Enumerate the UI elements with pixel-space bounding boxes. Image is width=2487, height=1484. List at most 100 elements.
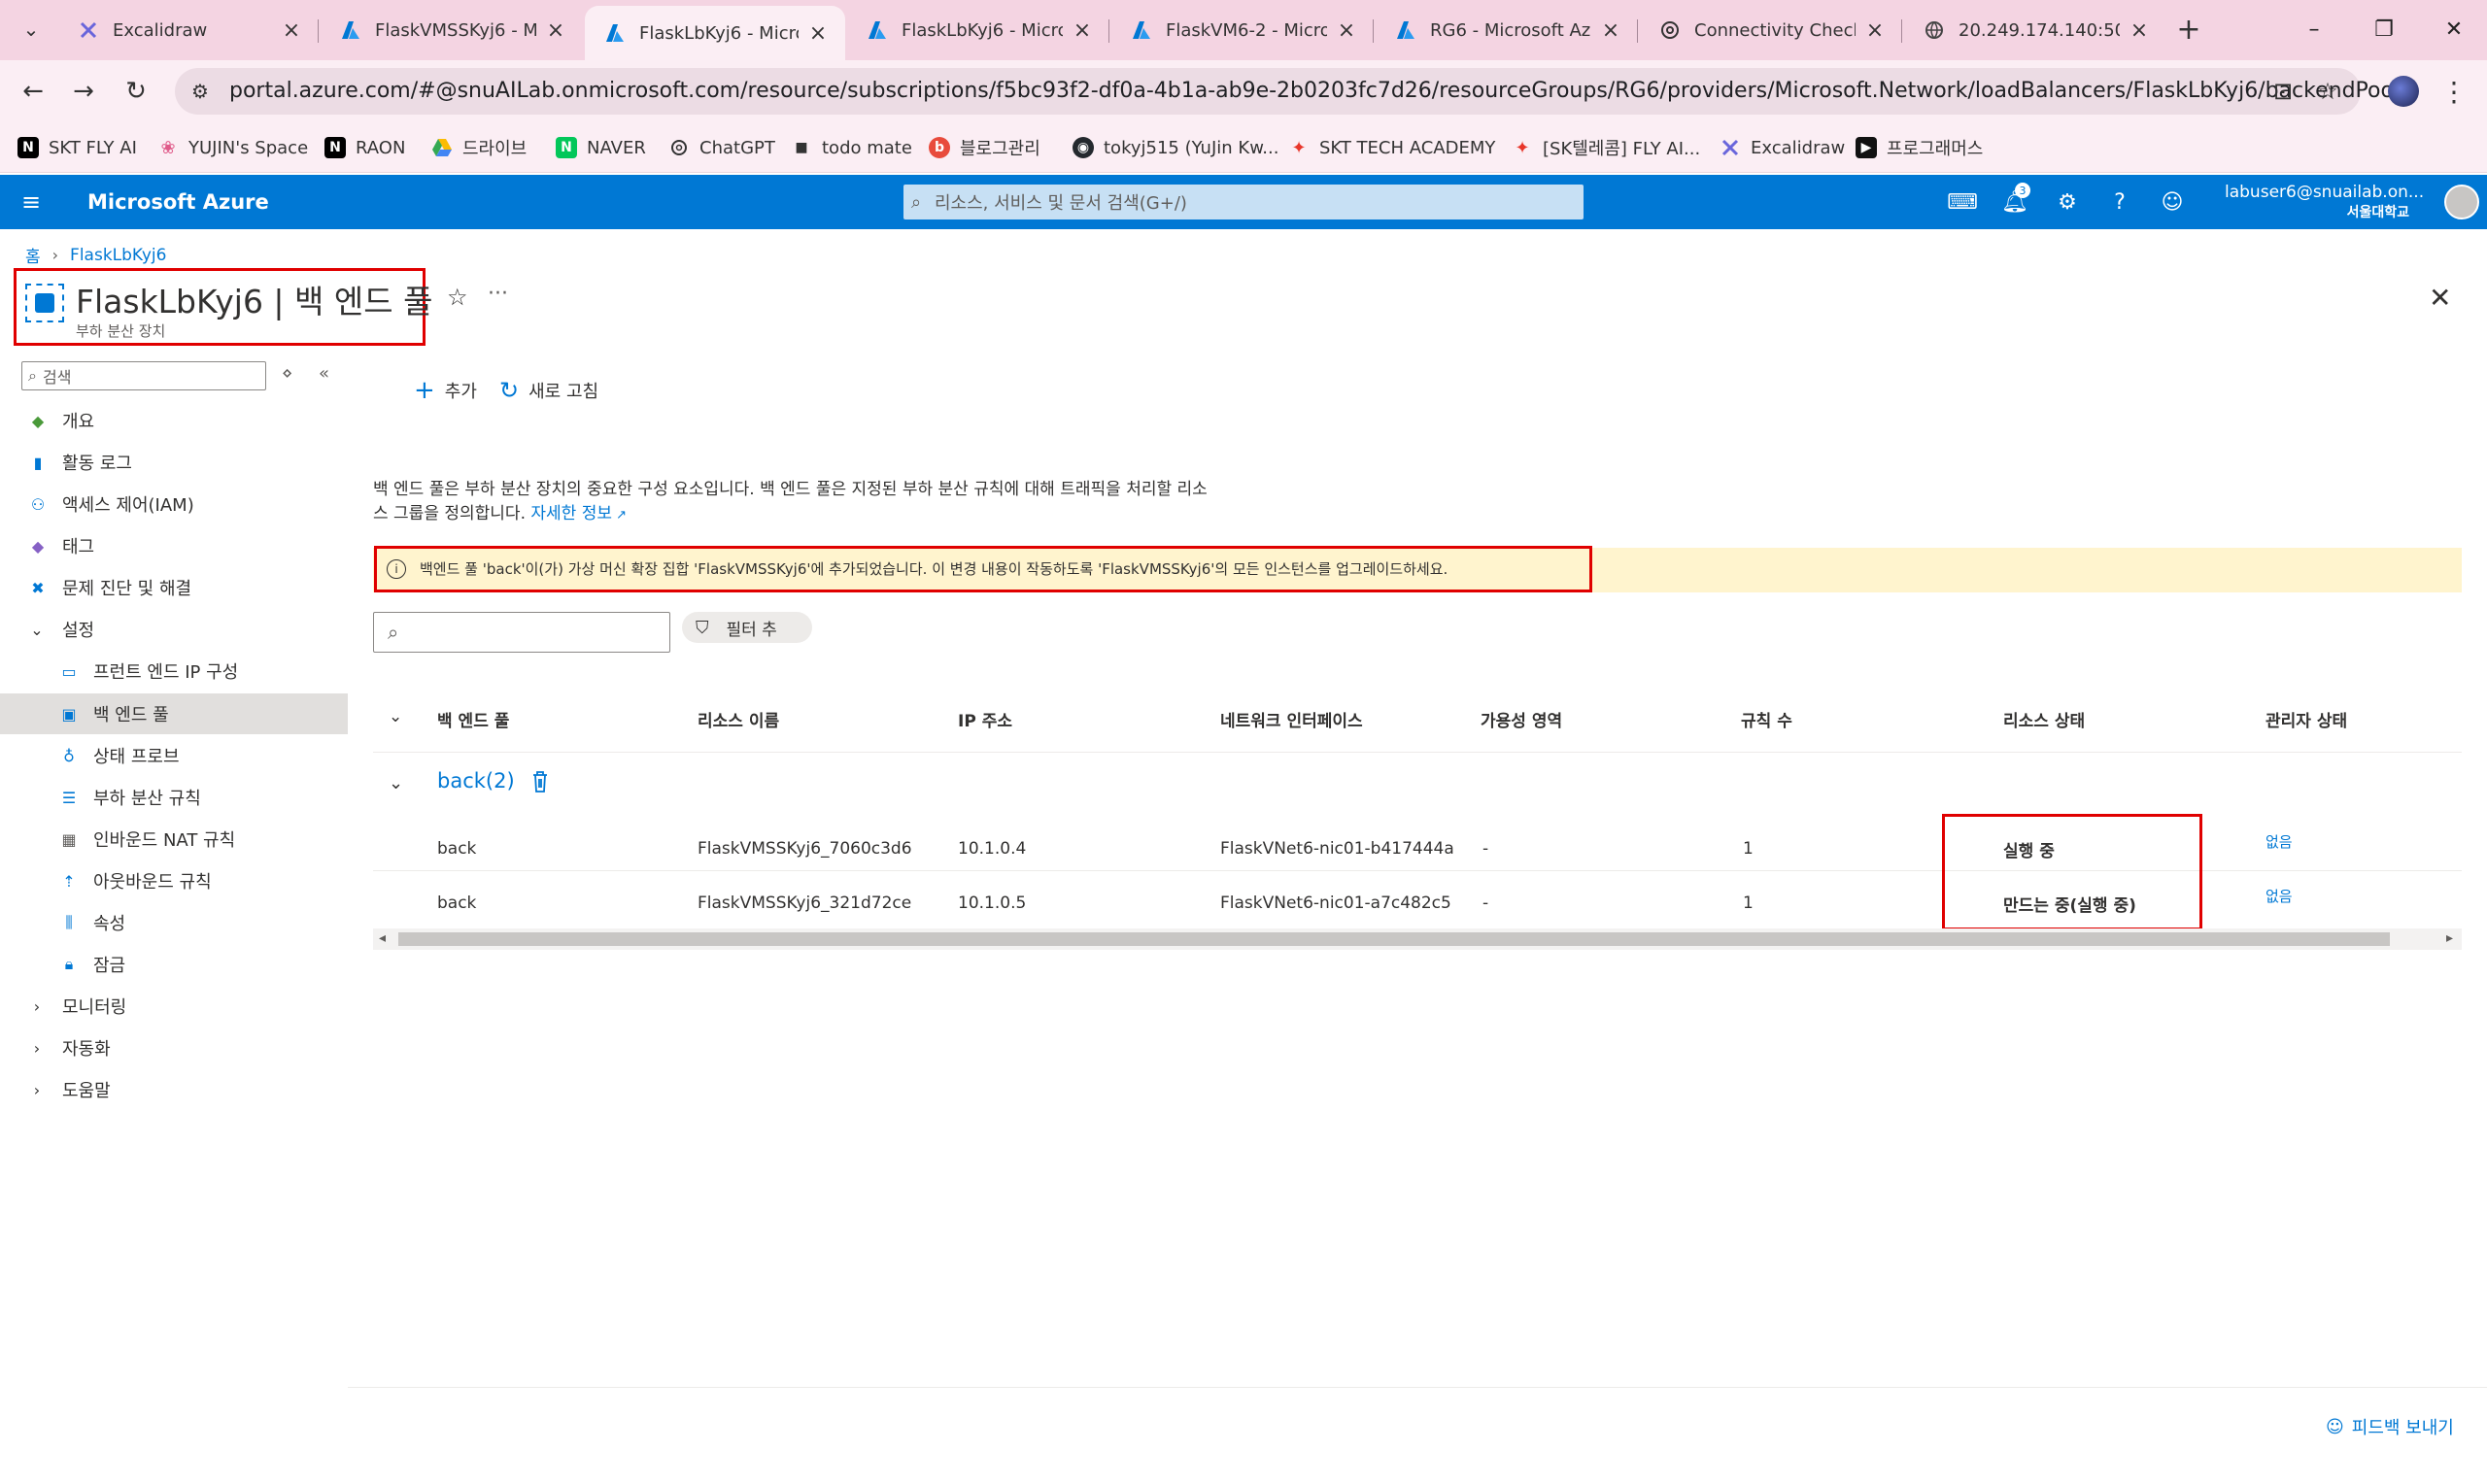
browser-menu-icon[interactable]: ⋮ bbox=[2435, 72, 2473, 111]
chevron-down-icon[interactable]: ⌄ bbox=[389, 773, 403, 793]
admin-state-link[interactable]: 없음 bbox=[2266, 831, 2293, 852]
help-icon[interactable]: ? bbox=[2106, 188, 2133, 216]
sidebar-item-diagnose[interactable]: ✖ 문제 진단 및 해결 bbox=[0, 567, 348, 608]
column-header[interactable]: 네트워크 인터페이스 bbox=[1220, 707, 1363, 731]
feedback-icon[interactable]: ☺ bbox=[2159, 188, 2186, 216]
admin-state-link[interactable]: 없음 bbox=[2266, 886, 2293, 906]
scroll-right-icon[interactable]: ▸ bbox=[2446, 930, 2453, 946]
browser-tab[interactable]: FlaskVMSSKyj6 - Mi × bbox=[321, 8, 583, 52]
new-tab-button[interactable]: + bbox=[2171, 12, 2206, 47]
close-icon[interactable]: × bbox=[1071, 18, 1094, 43]
bookmark-star-icon[interactable]: ☆ bbox=[2312, 76, 2343, 107]
window-close-button[interactable]: ✕ bbox=[2435, 10, 2473, 49]
sidebar-item-tags[interactable]: ◆ 태그 bbox=[0, 525, 348, 566]
bookmark-item[interactable]: N SKT FLY AI bbox=[17, 132, 137, 163]
browser-tab[interactable]: 20.249.174.140:5000 × bbox=[1904, 8, 2166, 52]
breadcrumb-home[interactable]: 홈 bbox=[25, 243, 41, 267]
close-icon[interactable]: ✕ bbox=[2429, 282, 2451, 314]
browser-tab[interactable]: FlaskVM6-2 - Micro × bbox=[1111, 8, 1374, 52]
sidebar-item-activity-log[interactable]: ▮ 활동 로그 bbox=[0, 442, 348, 483]
expand-icon[interactable]: ⋄ bbox=[282, 363, 292, 384]
sidebar-item-lb-rules[interactable]: ☰ 부하 분산 규칙 bbox=[0, 777, 348, 818]
reload-button[interactable]: ↻ bbox=[117, 72, 155, 111]
scroll-left-icon[interactable]: ◂ bbox=[379, 930, 386, 946]
breadcrumb-current[interactable]: FlaskLbKyj6 bbox=[70, 246, 166, 265]
tab-search-button[interactable]: ⌄ bbox=[14, 12, 49, 47]
bookmark-item[interactable]: ✦ SKT TECH ACADEMY bbox=[1288, 132, 1495, 163]
avatar[interactable] bbox=[2444, 185, 2479, 219]
sidebar-item-properties[interactable]: ⫼ 속성 bbox=[0, 902, 348, 943]
profile-avatar[interactable] bbox=[2388, 76, 2419, 107]
horizontal-scrollbar[interactable]: ◂ ▸ bbox=[373, 928, 2462, 950]
add-filter-button[interactable]: ⛉ 필터 추 bbox=[682, 612, 812, 643]
sidebar-item-overview[interactable]: ◆ 개요 bbox=[0, 400, 348, 441]
sidebar-item-iam[interactable]: ⚇ 액세스 제어(IAM) bbox=[0, 484, 348, 524]
bookmark-item[interactable]: ❀ YUJIN's Space bbox=[157, 132, 308, 163]
bookmark-item[interactable]: Excalidraw bbox=[1720, 132, 1845, 163]
learn-more-link[interactable]: 자세한 정보 bbox=[530, 504, 612, 523]
bookmark-item[interactable]: ■ todo mate bbox=[791, 132, 912, 163]
sidebar-group-settings[interactable]: ⌄ 설정 bbox=[0, 609, 348, 650]
back-button[interactable]: ← bbox=[14, 72, 52, 111]
bookmark-item[interactable]: ◉ tokyj515 (YuJin Kw... bbox=[1073, 132, 1278, 163]
bookmark-item[interactable]: N RAON bbox=[324, 132, 405, 163]
close-icon[interactable]: × bbox=[806, 21, 830, 46]
azure-brand[interactable]: Microsoft Azure bbox=[87, 190, 269, 214]
cloud-shell-icon[interactable]: ⌨ bbox=[1947, 188, 1978, 216]
close-icon[interactable]: × bbox=[2128, 18, 2151, 43]
settings-gear-icon[interactable]: ⚙ bbox=[2054, 188, 2081, 216]
send-feedback-link[interactable]: ☺ 피드백 보내기 bbox=[2326, 1414, 2454, 1439]
sidebar-item-backend-pools[interactable]: ▣ 백 엔드 풀 bbox=[0, 693, 348, 734]
site-info-icon[interactable]: ⚙ bbox=[185, 76, 216, 107]
sidebar-item-frontend-ip[interactable]: ▭ 프런트 엔드 IP 구성 bbox=[0, 651, 348, 691]
column-header[interactable]: IP 주소 bbox=[958, 707, 1012, 731]
bookmark-item[interactable]: N NAVER bbox=[556, 132, 646, 163]
install-app-icon[interactable]: ⊡ bbox=[2267, 76, 2299, 107]
close-icon[interactable]: × bbox=[544, 18, 567, 43]
url-text[interactable]: portal.azure.com/#@snuAILab.onmicrosoft.… bbox=[229, 79, 2411, 103]
restore-button[interactable]: ❐ bbox=[2365, 10, 2403, 49]
sidebar-group-help[interactable]: › 도움말 bbox=[0, 1069, 348, 1110]
more-options-icon[interactable]: ··· bbox=[488, 282, 508, 306]
column-header[interactable]: 관리자 상태 bbox=[2266, 707, 2347, 731]
group-name[interactable]: back(2) bbox=[437, 769, 515, 793]
bookmark-item[interactable]: 드라이브 bbox=[431, 132, 527, 163]
nav-search-input[interactable]: ⌕ 검색 bbox=[21, 361, 266, 390]
bookmark-item[interactable]: ▶ 프로그래머스 bbox=[1856, 132, 1983, 163]
close-icon[interactable]: × bbox=[1599, 18, 1622, 43]
address-bar[interactable]: ⚙ portal.azure.com/#@snuAILab.onmicrosof… bbox=[175, 68, 2411, 115]
close-icon[interactable]: × bbox=[1863, 18, 1887, 43]
bookmark-item[interactable]: ✦ [SK텔레콤] FLY AI... bbox=[1512, 132, 1700, 163]
column-header[interactable]: 리소스 상태 bbox=[2003, 707, 2085, 731]
sidebar-group-automation[interactable]: › 자동화 bbox=[0, 1028, 348, 1068]
account-info[interactable]: labuser6@snuailab.on... 서울대학교 bbox=[2225, 183, 2424, 221]
sidebar-item-health-probes[interactable]: ♁ 상태 프로브 bbox=[0, 735, 348, 776]
refresh-button[interactable]: ↻ 새로 고침 bbox=[499, 375, 598, 406]
browser-tab[interactable]: RG6 - Microsoft Azu × bbox=[1376, 8, 1638, 52]
close-icon[interactable]: × bbox=[1335, 18, 1358, 43]
global-search-input[interactable]: ⌕ 리소스, 서비스 및 문서 검색(G+/) bbox=[903, 185, 1584, 219]
sidebar-group-monitoring[interactable]: › 모니터링 bbox=[0, 986, 348, 1027]
portal-menu-icon[interactable]: ≡ bbox=[17, 188, 45, 216]
sidebar-item-locks[interactable]: 🔒︎ 잠금 bbox=[0, 944, 348, 985]
add-button[interactable]: + 추가 bbox=[414, 375, 477, 406]
browser-tab[interactable]: Connectivity Check × bbox=[1640, 8, 1902, 52]
column-header[interactable]: 백 엔드 풀 bbox=[437, 707, 509, 731]
scrollbar-thumb[interactable] bbox=[398, 932, 2390, 946]
bookmark-item[interactable]: ChatGPT bbox=[668, 132, 775, 163]
collapse-nav-icon[interactable]: « bbox=[319, 363, 329, 384]
close-icon[interactable]: × bbox=[280, 18, 303, 43]
bookmark-item[interactable]: b 블로그관리 bbox=[929, 132, 1040, 163]
browser-tab[interactable]: FlaskLbKyj6 - Micro × bbox=[847, 8, 1109, 52]
forward-button[interactable]: → bbox=[64, 72, 103, 111]
sidebar-item-outbound-rules[interactable]: ⇡ 아웃바운드 규칙 bbox=[0, 860, 348, 901]
sidebar-item-inbound-nat[interactable]: ▦ 인바운드 NAT 규칙 bbox=[0, 819, 348, 860]
filter-search-input[interactable]: ⌕ bbox=[373, 612, 670, 653]
column-header[interactable]: 가용성 영역 bbox=[1481, 707, 1562, 731]
column-header[interactable]: 리소스 이름 bbox=[698, 707, 779, 731]
favorite-star-icon[interactable]: ☆ bbox=[447, 284, 468, 311]
column-header[interactable]: 규칙 수 bbox=[1741, 707, 1792, 731]
minimize-button[interactable]: – bbox=[2295, 10, 2334, 49]
collapse-all-icon[interactable]: ⌄ bbox=[389, 707, 402, 726]
trash-icon[interactable] bbox=[530, 769, 550, 794]
